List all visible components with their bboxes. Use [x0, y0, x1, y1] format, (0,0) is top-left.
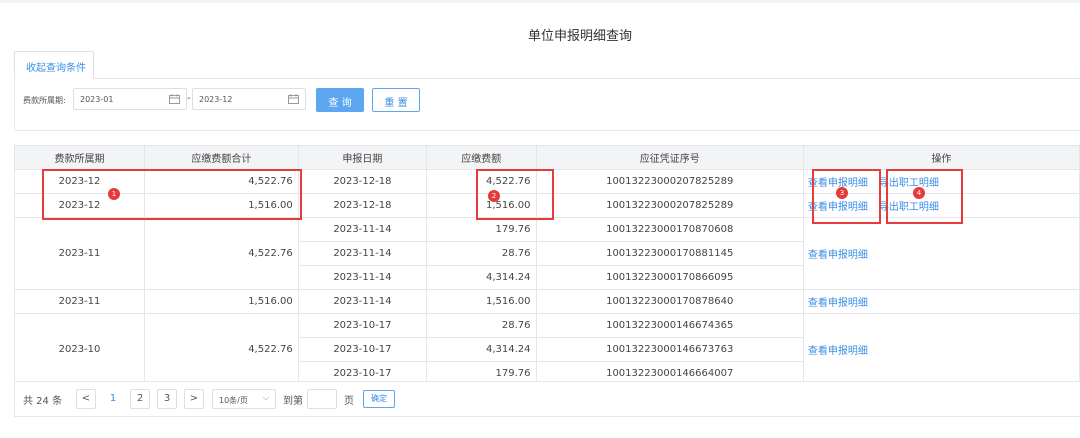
total-cell: 1,516.00	[144, 193, 299, 218]
date-cell: 2023-10-17	[297, 337, 428, 362]
page-2-button[interactable]: 2	[130, 389, 150, 409]
view-detail-link[interactable]: 查看申报明细	[804, 198, 876, 213]
export-staff-link[interactable]: 导出职工明细	[877, 174, 939, 189]
col-header-period: 费款所属期	[13, 145, 146, 170]
page-size-value: 10条/页	[219, 396, 248, 405]
col-header-actions: 操作	[802, 145, 1080, 170]
view-detail-link[interactable]: 查看申报明细	[804, 246, 876, 261]
date-cell: 2023-11-14	[297, 241, 428, 266]
actions-cell: 查看申报明细	[802, 313, 1080, 386]
amount-cell: 28.76	[426, 313, 537, 338]
next-page-button[interactable]: >	[184, 389, 204, 409]
annotation-badge-4: 4	[913, 187, 925, 199]
voucher-cell: 10013223000207825289	[535, 193, 804, 218]
total-count: 共 24 条	[23, 396, 63, 407]
amount-cell: 1,516.00	[426, 289, 537, 314]
amount-cell: 4,314.24	[426, 265, 537, 290]
start-period-input[interactable]: 2023-01	[73, 88, 187, 110]
col-header-voucher: 应征凭证序号	[535, 145, 804, 170]
date-cell: 2023-11-14	[297, 217, 428, 242]
amount-cell: 4,314.24	[426, 337, 537, 362]
date-cell: 2023-11-14	[297, 289, 428, 314]
voucher-cell: 10013223000146674365	[535, 313, 804, 338]
period-cell: 2023-11	[13, 217, 146, 290]
date-cell: 2023-12-18	[297, 193, 428, 218]
prev-page-button[interactable]: <	[76, 389, 96, 409]
calendar-icon	[169, 94, 180, 104]
reset-button[interactable]: 重 置	[372, 88, 420, 112]
goto-page-input[interactable]	[307, 389, 337, 409]
table-row: 2023-11 4,522.76 2023-11-14 179.76 10013…	[13, 217, 1080, 290]
query-button[interactable]: 查 询	[316, 88, 364, 112]
total-cell: 1,516.00	[144, 289, 299, 314]
voucher-cell: 10013223000170878640	[535, 289, 804, 314]
annotation-badge-2: 2	[488, 190, 500, 202]
col-header-amount: 应缴费额	[426, 145, 537, 170]
pagination-bar: 共 24 条 < 1 2 3 > 10条/页 ⌵ 到第 页 确定	[14, 381, 1080, 417]
top-divider	[0, 0, 1080, 3]
end-period-input[interactable]: 2023-12	[192, 88, 306, 110]
voucher-cell: 10013223000146673763	[535, 337, 804, 362]
declaration-table: 费款所属期 应缴费额合计 申报日期 应缴费额 应征凭证序号 操作 2023-12…	[13, 145, 1080, 386]
page-size-select[interactable]: 10条/页 ⌵	[212, 389, 276, 409]
amount-cell: 4,522.76	[426, 169, 537, 194]
period-cell: 2023-12	[13, 193, 146, 218]
page-unit-label: 页	[344, 396, 354, 407]
collapse-filter-tab[interactable]: 收起查询条件	[14, 51, 94, 79]
voucher-cell: 10013223000170866095	[535, 265, 804, 290]
end-period-value: 2023-12	[199, 95, 233, 104]
annotation-badge-1: 1	[108, 188, 120, 200]
period-label: 费款所属期:	[23, 96, 66, 105]
col-header-date: 申报日期	[297, 145, 428, 170]
amount-cell: 1,516.00	[426, 193, 537, 218]
table-row: 2023-10 4,522.76 2023-10-17 28.76 100132…	[13, 313, 1080, 386]
page-title: 单位申报明细查询	[527, 29, 632, 44]
annotation-badge-3: 3	[836, 187, 848, 199]
voucher-cell: 10013223000170881145	[535, 241, 804, 266]
view-detail-link[interactable]: 查看申报明细	[804, 294, 876, 309]
date-cell: 2023-10-17	[297, 313, 428, 338]
range-separator: -	[187, 93, 191, 104]
goto-confirm-button[interactable]: 确定	[363, 390, 395, 408]
period-cell: 2023-12	[13, 169, 146, 194]
date-cell: 2023-11-14	[297, 265, 428, 290]
total-cell: 4,522.76	[144, 169, 299, 194]
total-cell: 4,522.76	[144, 313, 299, 386]
chevron-down-icon: ⌵	[262, 393, 269, 402]
calendar-icon	[288, 94, 299, 104]
page-1-button[interactable]: 1	[103, 389, 123, 409]
total-cell: 4,522.76	[144, 217, 299, 290]
date-cell: 2023-12-18	[297, 169, 428, 194]
voucher-cell: 10013223000170870608	[535, 217, 804, 242]
period-cell: 2023-10	[13, 313, 146, 386]
view-detail-link[interactable]: 查看申报明细	[804, 342, 876, 357]
export-staff-link[interactable]: 导出职工明细	[877, 198, 939, 213]
table-header-row: 费款所属期 应缴费额合计 申报日期 应缴费额 应征凭证序号 操作	[13, 145, 1080, 170]
col-header-total: 应缴费额合计	[144, 145, 299, 170]
amount-cell: 28.76	[426, 241, 537, 266]
start-period-value: 2023-01	[80, 95, 114, 104]
period-cell: 2023-11	[13, 289, 146, 314]
amount-cell: 179.76	[426, 217, 537, 242]
goto-label: 到第	[283, 396, 303, 407]
actions-cell: 查看申报明细	[802, 217, 1080, 290]
actions-cell: 查看申报明细	[802, 289, 1080, 314]
page-3-button[interactable]: 3	[157, 389, 177, 409]
voucher-cell: 10013223000207825289	[535, 169, 804, 194]
table-row: 2023-11 1,516.00 2023-11-14 1,516.00 100…	[13, 289, 1080, 314]
